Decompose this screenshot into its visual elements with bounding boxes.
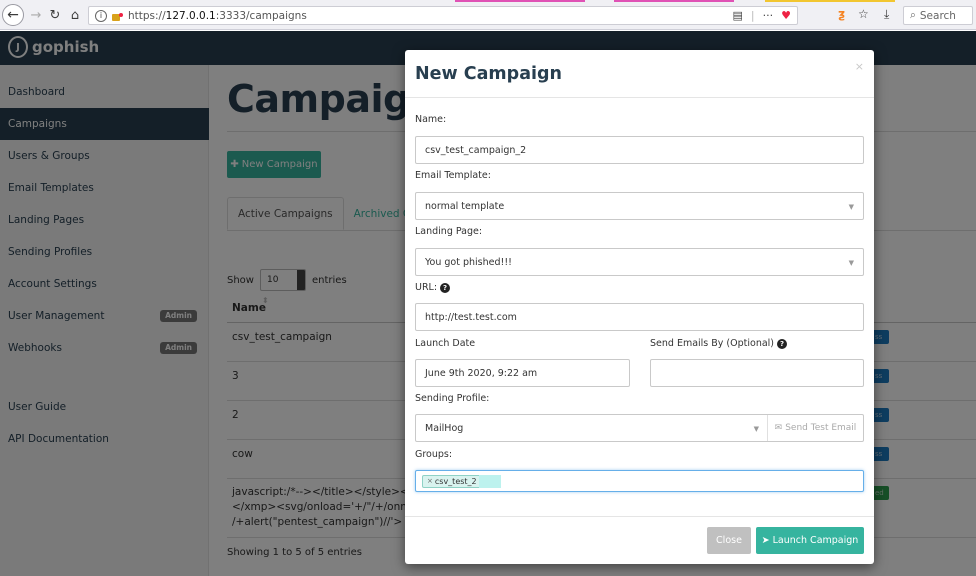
name-label: Name:: [415, 114, 447, 125]
close-button[interactable]: Close: [707, 527, 751, 554]
browser-search-input[interactable]: ⌕ Search: [903, 6, 973, 25]
landing-page-label: Landing Page:: [415, 226, 483, 237]
tab-indicator: [614, 0, 734, 2]
reload-icon[interactable]: ↻: [45, 5, 65, 25]
divider: [405, 516, 874, 517]
url-text: https://127.0.0.1:3333/campaigns: [128, 9, 307, 22]
chevron-down-icon: ▼: [848, 259, 854, 267]
extension-icon[interactable]: ƺ: [838, 7, 845, 21]
new-campaign-modal: New Campaign × Name: csv_test_campaign_2…: [405, 50, 874, 564]
tab-indicator: [765, 0, 895, 2]
text-selection-highlight: [479, 475, 501, 488]
close-icon[interactable]: ×: [855, 60, 864, 73]
envelope-icon: ✉: [774, 423, 783, 433]
launch-campaign-button[interactable]: ➤ Launch Campaign: [756, 527, 864, 554]
remove-tag-icon[interactable]: ×: [427, 476, 433, 487]
home-icon[interactable]: ⌂: [65, 5, 85, 25]
paper-plane-icon: ➤: [761, 535, 770, 546]
url-label: URL: ?: [415, 282, 451, 293]
insecure-lock-icon[interactable]: [111, 11, 123, 21]
back-arrow-icon[interactable]: ←: [2, 4, 24, 26]
search-icon: ⌕: [910, 9, 916, 21]
tab-indicator: [455, 0, 585, 2]
campaign-name-input[interactable]: csv_test_campaign_2: [415, 136, 864, 164]
modal-title: New Campaign: [415, 64, 562, 84]
launch-date-input[interactable]: June 9th 2020, 9:22 am: [415, 359, 630, 387]
divider: [405, 97, 874, 98]
bookmark-star-icon[interactable]: ☆: [858, 7, 869, 21]
send-emails-by-label: Send Emails By (Optional) ?: [650, 338, 788, 349]
url-input[interactable]: http://test.test.com: [415, 303, 864, 331]
send-emails-by-input[interactable]: [650, 359, 864, 387]
sending-profile-select[interactable]: MailHog ▼ ✉ Send Test Email: [415, 414, 864, 442]
download-icon[interactable]: ⤓: [884, 7, 889, 22]
reader-view-icon[interactable]: ▤: [733, 9, 743, 22]
email-template-label: Email Template:: [415, 170, 491, 181]
browser-toolbar: ← → ↻ ⌂ i https://127.0.0.1:3333/campaig…: [0, 0, 976, 30]
send-test-email-button[interactable]: ✉ Send Test Email: [767, 415, 863, 441]
info-icon[interactable]: i: [95, 9, 107, 22]
groups-input[interactable]: × csv_test_2: [415, 470, 864, 492]
help-icon[interactable]: ?: [440, 282, 451, 293]
launch-date-label: Launch Date: [415, 338, 476, 349]
group-tag[interactable]: × csv_test_2: [422, 475, 482, 488]
groups-label: Groups:: [415, 449, 453, 460]
email-template-select[interactable]: normal template ▼: [415, 192, 864, 220]
page-actions-icon[interactable]: ···: [763, 9, 774, 22]
sending-profile-label: Sending Profile:: [415, 393, 490, 404]
address-bar[interactable]: i https://127.0.0.1:3333/campaigns ▤ | ·…: [88, 6, 798, 25]
landing-page-select[interactable]: You got phished!!! ▼: [415, 248, 864, 276]
chevron-down-icon: ▼: [753, 425, 759, 433]
help-icon[interactable]: ?: [777, 338, 788, 349]
forward-arrow-icon[interactable]: →: [26, 5, 46, 25]
pocket-icon[interactable]: ♥: [781, 9, 791, 22]
chevron-down-icon: ▼: [848, 203, 854, 211]
